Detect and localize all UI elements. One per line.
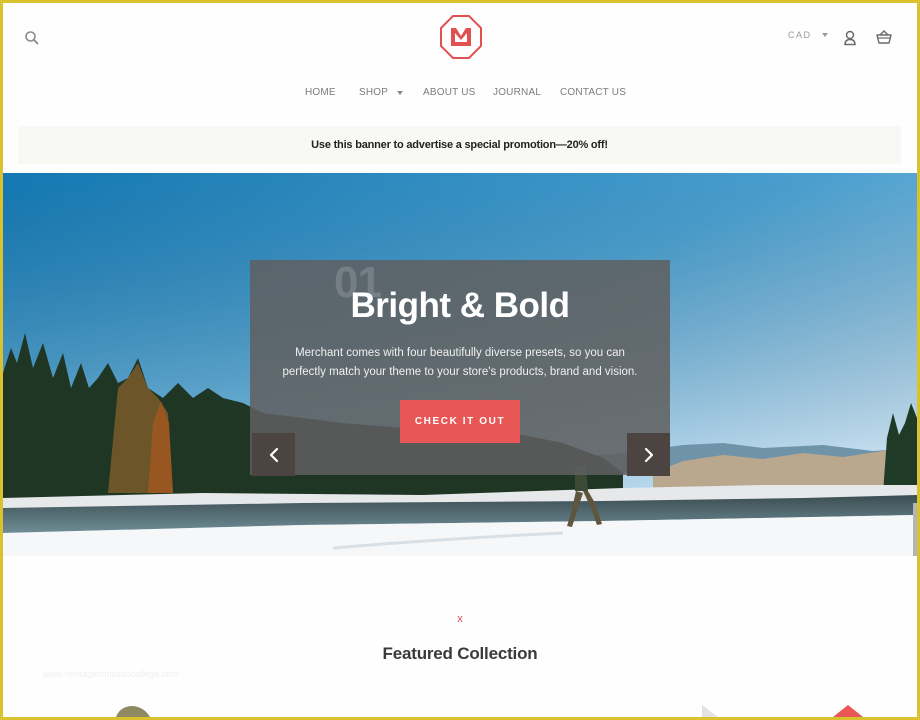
nav-item-label: HOME xyxy=(305,87,336,98)
product-image-1[interactable] xyxy=(108,703,158,717)
slide-title: Bright & Bold xyxy=(350,286,570,325)
nav-item-label: JOURNAL xyxy=(493,87,542,98)
promo-text: Use this banner to advertise a special p… xyxy=(311,139,608,151)
nav-item-home[interactable]: HOME xyxy=(305,87,336,98)
nav-item-contact-us[interactable]: CONTACT US xyxy=(560,87,626,98)
search-icon xyxy=(25,31,39,45)
logo-icon xyxy=(440,15,482,59)
user-icon xyxy=(844,30,856,46)
nav-item-label: CONTACT US xyxy=(560,87,627,98)
chevron-left-icon xyxy=(269,447,278,462)
cart-button[interactable] xyxy=(875,28,893,46)
nav-item-about-us[interactable]: ABOUT US xyxy=(423,87,476,98)
chevron-right-icon xyxy=(644,447,653,462)
section-divider-icon: x xyxy=(457,613,463,625)
nav-item-shop[interactable]: SHOP xyxy=(359,87,404,98)
hero-slideshow: 01 Bright & Bold Merchant comes with fou… xyxy=(3,173,917,556)
product-image-2[interactable] xyxy=(698,703,728,717)
product-image-3[interactable] xyxy=(831,703,865,717)
watermark-text: www.heritagechristiancollege.com xyxy=(43,669,179,679)
account-button[interactable] xyxy=(843,30,857,46)
slide-next-button[interactable] xyxy=(627,433,670,476)
page: CAD HOME SHOP ABOUT US JOURNAL CONTACT U… xyxy=(3,3,917,717)
currency-label: CAD xyxy=(788,30,812,40)
basket-icon xyxy=(876,30,892,44)
nav-item-journal[interactable]: JOURNAL xyxy=(493,87,541,98)
featured-collection-title: Featured Collection xyxy=(382,644,538,663)
promo-banner: Use this banner to advertise a special p… xyxy=(18,126,901,164)
search-button[interactable] xyxy=(24,30,40,46)
nav-item-label: SHOP xyxy=(359,87,389,98)
nav-item-label: ABOUT US xyxy=(423,87,476,98)
slide-description: Merchant comes with four beautifully div… xyxy=(282,347,638,378)
chevron-down-icon xyxy=(397,90,404,95)
chevron-down-icon xyxy=(821,33,828,37)
check-it-out-button[interactable]: CHECK IT OUT xyxy=(400,400,520,443)
slide-caption-panel: 01 Bright & Bold Merchant comes with fou… xyxy=(250,258,670,475)
currency-selector[interactable]: CAD xyxy=(788,30,828,40)
store-logo[interactable] xyxy=(438,13,484,61)
slide-prev-button[interactable] xyxy=(252,433,295,476)
